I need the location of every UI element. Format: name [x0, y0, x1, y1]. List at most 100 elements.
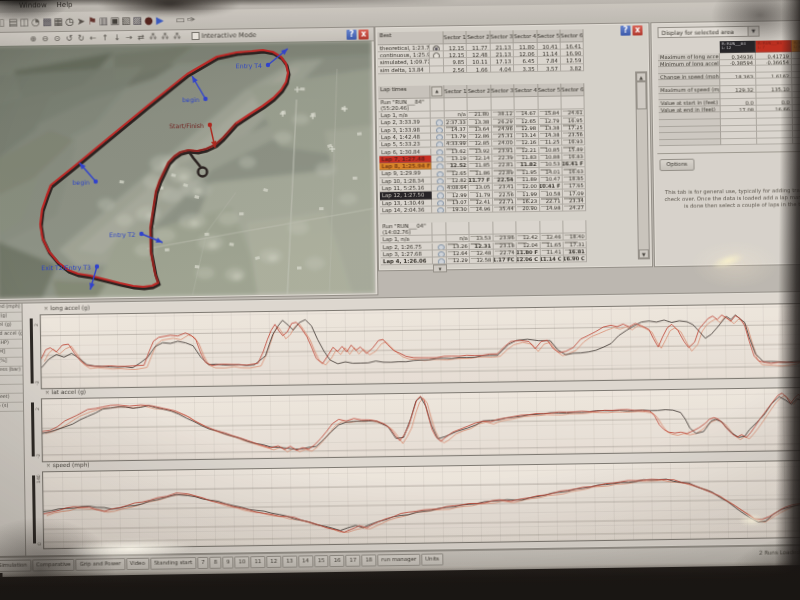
tab-16[interactable]: 16 [330, 555, 345, 567]
stopwatch-icon[interactable]: ◷ [64, 14, 75, 29]
tab-comparative[interactable]: Comparative [32, 559, 75, 571]
trace-lap-8-orange- [46, 478, 800, 537]
tab-9[interactable]: 9 [222, 557, 234, 569]
sector-cell: 12.29 [447, 257, 470, 265]
pointer-icon[interactable]: ➤ [75, 14, 86, 29]
best-row-radio[interactable] [430, 66, 444, 73]
menu-item-help[interactable]: Help [52, 0, 78, 9]
lap-row-label[interactable]: Lap 14, 2:04.36 [380, 206, 432, 214]
graph-range-bar[interactable] [30, 318, 34, 383]
secval: 11.82 [520, 161, 537, 167]
pan-right-icon[interactable]: → [123, 32, 134, 43]
table-icon[interactable]: ▣ [109, 13, 120, 28]
lap-scroll-up[interactable]: ▲ [430, 85, 444, 98]
secval: 12.79 [544, 117, 559, 123]
display-mode-dropdown[interactable]: Display for selected area▼ [657, 26, 759, 39]
tab-units[interactable]: Units [421, 553, 443, 565]
record-icon[interactable]: ● [143, 13, 154, 28]
lap-tables-window: ? x BestSector 1Sector 2Sector 3Sector 4… [374, 22, 653, 271]
chart-x-icon[interactable]: ▩ [41, 14, 52, 29]
interactive-mode-checkbox[interactable]: Interactive Mode [191, 31, 256, 40]
tab-14[interactable]: 14 [298, 555, 313, 567]
rotate-cw-icon[interactable]: ↻ [75, 33, 86, 44]
track-nodes-icon[interactable]: ⁂ [159, 31, 170, 42]
tab-7[interactable]: 7 [197, 557, 209, 569]
play-icon[interactable]: ▶ [154, 12, 165, 27]
application-screen: WindowHelp ▯▤◫◔▩▦◷➤⚑▥▣▧▨●▶ ▭✑ Interactive… [0, 0, 800, 577]
secval: 22.89 [498, 169, 513, 175]
menu-item-window[interactable]: Window [14, 0, 52, 10]
grow [659, 137, 800, 146]
tab-video[interactable]: Video [126, 558, 149, 570]
tab-10[interactable]: 10 [235, 556, 250, 568]
zoom-fit-icon[interactable]: ⊙ [51, 33, 62, 44]
small-chart-icon[interactable]: ▥ [98, 13, 109, 28]
scroll-down-button[interactable]: ▼ [639, 249, 649, 258]
save-icon[interactable]: ◫ [19, 14, 30, 29]
secval: 23.41 [499, 184, 514, 190]
lap-scroll-down[interactable]: ▼ [433, 265, 447, 273]
channel-item[interactable]: time slip (s) [0, 403, 23, 413]
checkbox-icon[interactable] [191, 32, 199, 40]
secval: 11.99 [522, 190, 537, 196]
secval: 22.71 [546, 197, 561, 203]
tab-18[interactable]: 18 [361, 554, 376, 566]
graph-range-bar[interactable] [31, 402, 34, 456]
tab-17[interactable]: 17 [346, 555, 361, 567]
graph-plot-speed[interactable] [42, 460, 800, 549]
graph-range-bar[interactable] [32, 475, 36, 543]
secval: 38.12 [498, 111, 513, 117]
split-nodes-icon[interactable]: ⁂ [171, 31, 182, 42]
stats-panel-window: Display for selected area▼ R: RUN___84L:… [650, 20, 800, 267]
tab-8[interactable]: 8 [210, 557, 222, 569]
new-file-icon[interactable]: ▯ [0, 15, 7, 30]
chart-disk-icon[interactable]: ▦ [53, 14, 64, 29]
pan-down-icon[interactable]: ↓ [111, 32, 122, 43]
tab-12[interactable]: 12 [266, 556, 281, 568]
tab-simulation[interactable]: Simulation [0, 560, 31, 572]
rotate-ccw-icon[interactable]: ↺ [63, 33, 74, 44]
grid-icon[interactable]: ▨ [132, 13, 143, 28]
scroll-thumb[interactable] [636, 81, 646, 109]
tab-15[interactable]: 15 [314, 555, 329, 567]
tab-standing-start[interactable]: Standing start [150, 557, 196, 569]
zoom-out-icon[interactable]: ⊖ [39, 33, 50, 44]
measure-icon[interactable]: ⇄ [135, 32, 146, 43]
sector-cell: 24.27 [563, 204, 586, 212]
line [44, 499, 800, 510]
svg [42, 388, 800, 461]
tab-grip-and-power[interactable]: Grip and Power [76, 558, 125, 570]
zoom-in-icon[interactable]: ⊕ [27, 33, 38, 44]
secval: 18.40 [570, 234, 585, 240]
tab-run-manager[interactable]: run manager [377, 554, 420, 566]
flag-icon[interactable]: ⚑ [87, 13, 98, 28]
cup-icon[interactable]: ◔ [30, 14, 41, 29]
graph-plot-lat[interactable] [41, 387, 800, 462]
secval: 16.93 [568, 139, 583, 145]
map-help-button[interactable]: ? [346, 29, 356, 39]
pan-up-icon[interactable]: ↑ [99, 32, 110, 43]
tab-13[interactable]: 13 [282, 556, 297, 568]
map-label-start-finish: Start/Finish [169, 122, 204, 130]
track-map[interactable]: Entry T4beginStart/FinishbeginEntry T2Ex… [0, 40, 375, 299]
channels-list-panel: GPS speed (mph)lat accel (g)long accel (… [0, 303, 26, 557]
tab-11[interactable]: 11 [250, 556, 265, 568]
secval: n/a [457, 111, 465, 117]
options-button[interactable]: Options [659, 159, 694, 172]
sector-cell: 12.06 C [517, 256, 540, 264]
secval: 12.82 [452, 177, 467, 183]
note-icon[interactable]: ▭ [175, 12, 186, 27]
dropdown-arrow-icon[interactable]: ▼ [747, 27, 758, 36]
nodes-icon[interactable]: ⁂ [147, 32, 158, 43]
map-close-button[interactable]: x [358, 29, 368, 39]
graph-plot-long[interactable] [40, 303, 800, 389]
scroll-up-button[interactable]: ▲ [636, 72, 646, 81]
tables-vertical-scrollbar[interactable]: ▲▼ [635, 71, 650, 259]
pan-left-icon[interactable]: ← [87, 32, 98, 43]
lap-row-label[interactable]: Lap 4, 1:26.06 [381, 258, 433, 266]
lap-times-table: Lap times▲Sector 1Sector 2Sector 3Sector… [376, 82, 639, 268]
open-file-icon[interactable]: ▤ [8, 15, 19, 30]
hand-icon[interactable]: ✑ [186, 12, 197, 27]
secval: 12.06 C [517, 256, 538, 262]
chart-zoom-icon[interactable]: ▧ [120, 13, 131, 28]
